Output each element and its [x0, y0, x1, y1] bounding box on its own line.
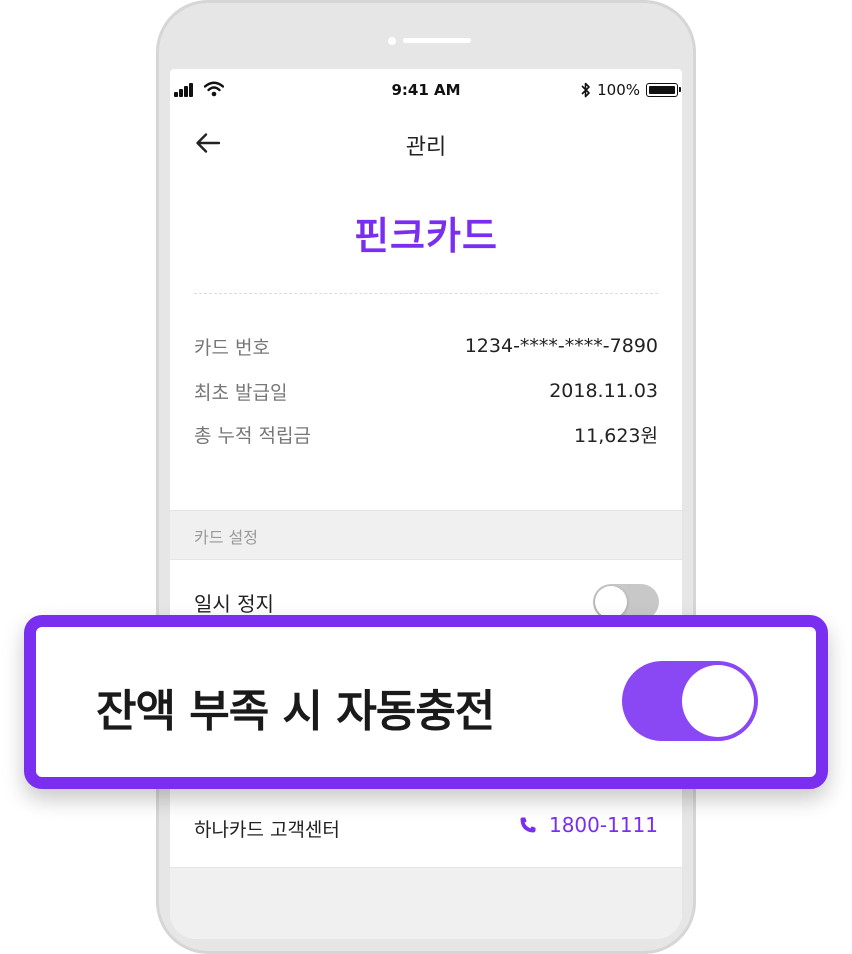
toggle-knob — [682, 665, 754, 737]
info-row-card-number: 카드 번호 1234-****-****-7890 — [194, 331, 658, 361]
bottom-area — [170, 867, 682, 939]
bluetooth-icon — [581, 82, 590, 98]
auto-charge-highlight-card: 잔액 부족 시 자동충전 — [24, 615, 828, 789]
toggle-knob — [595, 586, 627, 618]
card-name: 핀크카드 — [354, 214, 498, 258]
info-row-issue-date: 최초 발급일 2018.11.03 — [194, 376, 658, 406]
header: 관리 — [170, 119, 682, 167]
pause-label: 일시 정지 — [194, 592, 274, 616]
info-value: 1234-****-****-7890 — [464, 335, 658, 357]
support-phone-number: 1800-1111 — [548, 813, 658, 837]
phone-screen: 9:41 AM 100% 관리 핀크카드 카드 번호 1234-****-***… — [170, 69, 682, 939]
battery-icon — [646, 83, 681, 97]
auto-charge-toggle[interactable] — [622, 661, 758, 741]
info-label: 최초 발급일 — [194, 381, 288, 404]
divider — [194, 293, 658, 294]
info-value: 2018.11.03 — [549, 380, 658, 402]
support-phone-link[interactable]: 1800-1111 — [519, 813, 658, 837]
section-header: 카드 설정 — [170, 510, 682, 560]
auto-charge-label: 잔액 부족 시 자동충전 — [96, 686, 495, 737]
status-bar: 9:41 AM 100% — [170, 69, 682, 111]
info-row-total-points: 총 누적 적립금 11,623원 — [194, 419, 658, 449]
support-label: 하나카드 고객센터 — [194, 819, 340, 841]
stage: 9:41 AM 100% 관리 핀크카드 카드 번호 1234-****-***… — [0, 0, 852, 954]
info-value: 11,623원 — [574, 424, 658, 447]
section-title: 카드 설정 — [194, 528, 258, 547]
info-label: 카드 번호 — [194, 336, 270, 359]
battery-percent: 100% — [597, 81, 640, 99]
page-title: 관리 — [405, 135, 447, 160]
camera-dot — [388, 37, 396, 45]
status-right: 100% — [581, 81, 681, 99]
info-label: 총 누적 적립금 — [194, 424, 311, 447]
speaker-bar — [403, 38, 471, 43]
phone-icon — [520, 817, 536, 833]
